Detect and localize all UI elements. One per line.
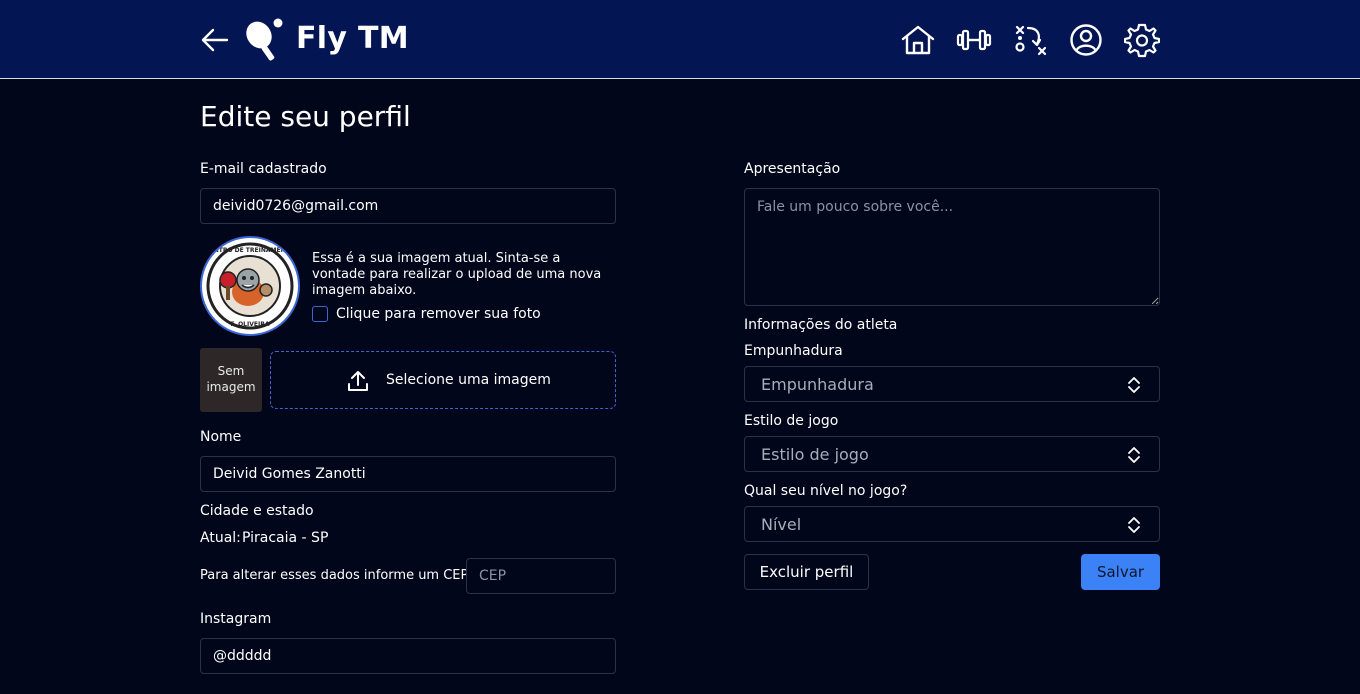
style-select-value: Estilo de jogo bbox=[761, 445, 869, 464]
name-label: Nome bbox=[200, 429, 242, 445]
current-location-value: Piracaia - SP bbox=[242, 530, 329, 546]
brand-name[interactable]: Fly TM bbox=[296, 21, 409, 56]
chevron-updown-icon bbox=[1128, 447, 1140, 463]
grip-select[interactable]: Empunhadura bbox=[744, 366, 1160, 402]
remove-photo-label[interactable]: Clique para remover sua foto bbox=[336, 306, 541, 322]
email-label: E-mail cadastrado bbox=[200, 161, 327, 177]
save-button[interactable]: Salvar bbox=[1081, 554, 1160, 590]
level-label: Qual seu nível no jogo? bbox=[744, 483, 908, 499]
instagram-label: Instagram bbox=[200, 611, 272, 627]
tactics-icon[interactable] bbox=[1013, 22, 1049, 58]
home-icon[interactable] bbox=[900, 22, 936, 58]
level-select-value: Nível bbox=[761, 515, 802, 534]
athlete-section-label: Informações do atleta bbox=[744, 317, 898, 333]
avatar: CENTRO DE TREINAMENTO F. OLIVEIRA bbox=[200, 236, 300, 336]
chevron-updown-icon bbox=[1128, 377, 1140, 393]
user-profile-icon[interactable] bbox=[1068, 22, 1104, 58]
style-select[interactable]: Estilo de jogo bbox=[744, 436, 1160, 472]
page-title: Edite seu perfil bbox=[200, 100, 411, 133]
ping-pong-logo-icon[interactable] bbox=[244, 17, 286, 63]
cep-prompt: Para alterar esses dados informe um CEP: bbox=[200, 568, 473, 583]
image-upload-dropzone[interactable]: Selecione uma imagem bbox=[270, 351, 616, 409]
back-arrow-icon[interactable] bbox=[200, 26, 230, 54]
grip-select-value: Empunhadura bbox=[761, 375, 874, 394]
badge-top-text: CENTRO DE TREINAMENTO bbox=[205, 247, 295, 254]
delete-profile-button[interactable]: Excluir perfil bbox=[744, 554, 869, 590]
settings-gear-icon[interactable] bbox=[1124, 22, 1160, 58]
instagram-field[interactable] bbox=[200, 638, 616, 674]
bio-textarea[interactable] bbox=[744, 188, 1160, 306]
bio-label: Apresentação bbox=[744, 161, 841, 177]
team-badge-image: CENTRO DE TREINAMENTO F. OLIVEIRA bbox=[204, 240, 296, 332]
name-field[interactable] bbox=[200, 456, 616, 492]
email-field[interactable] bbox=[200, 188, 616, 224]
upload-label: Selecione uma imagem bbox=[386, 372, 551, 388]
chevron-updown-icon bbox=[1128, 517, 1140, 533]
cep-field[interactable] bbox=[466, 558, 616, 594]
location-label: Cidade e estado bbox=[200, 503, 314, 519]
current-location-prefix: Atual: bbox=[200, 530, 241, 546]
no-image-preview: Sem imagem bbox=[200, 348, 262, 412]
current-photo-description: Essa é a sua imagem atual. Sinta-se a vo… bbox=[312, 251, 602, 298]
style-label: Estilo de jogo bbox=[744, 413, 839, 429]
grip-label: Empunhadura bbox=[744, 343, 843, 359]
remove-photo-checkbox[interactable] bbox=[312, 306, 328, 322]
dumbbell-icon[interactable] bbox=[956, 22, 992, 58]
level-select[interactable]: Nível bbox=[744, 506, 1160, 542]
upload-icon bbox=[348, 371, 368, 391]
badge-bottom-text: F. OLIVEIRA bbox=[231, 321, 270, 328]
top-navbar: Fly TM bbox=[0, 0, 1360, 79]
